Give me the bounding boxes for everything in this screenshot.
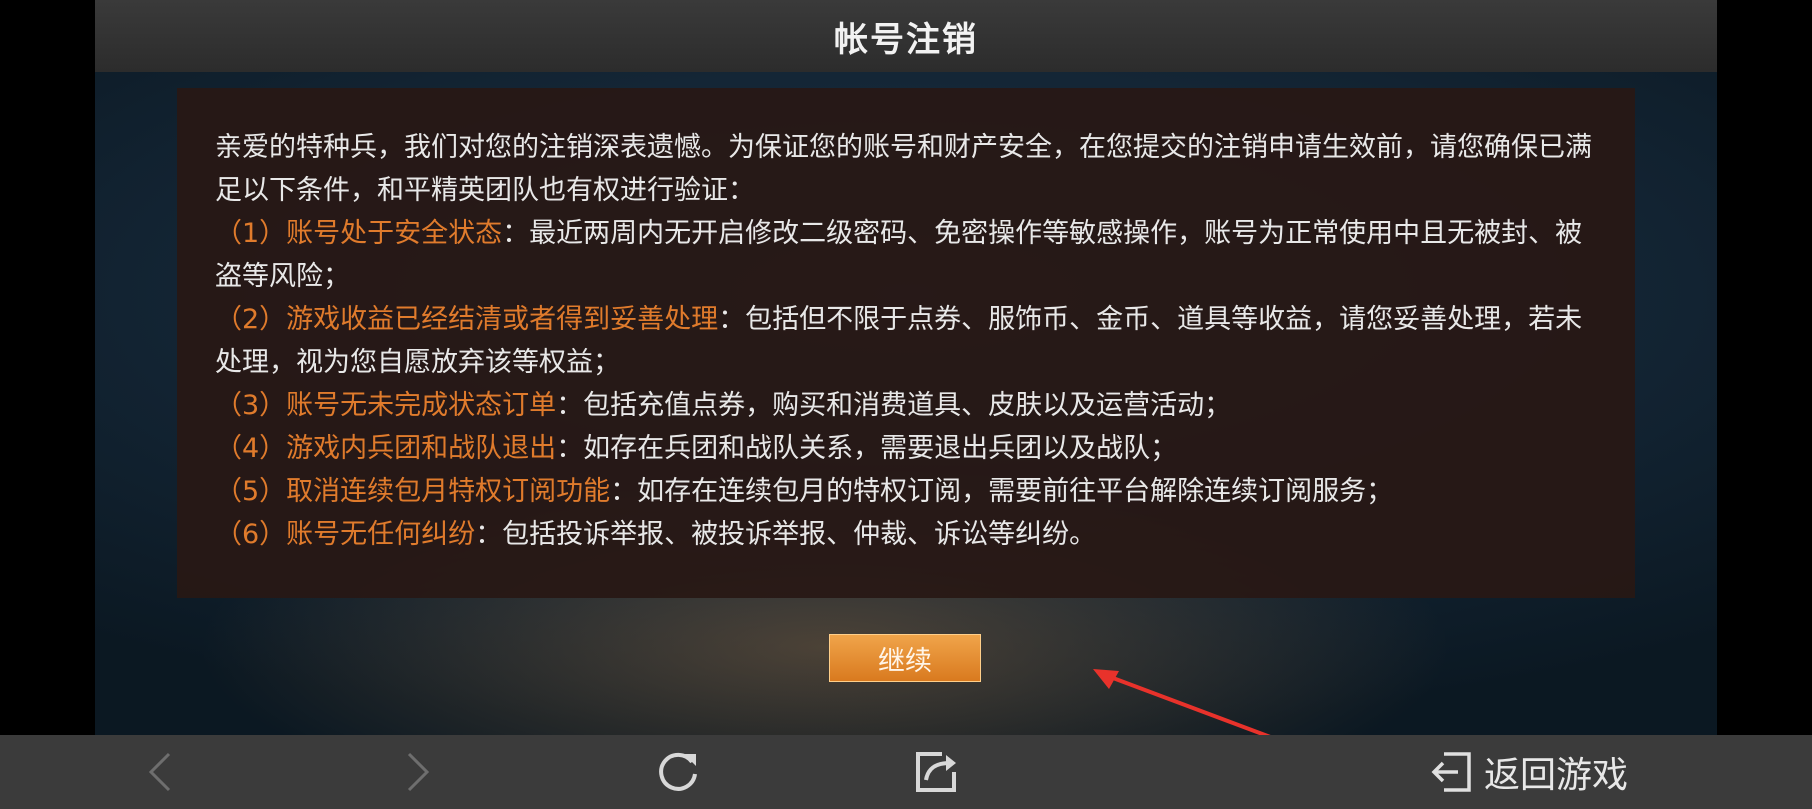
game-webview: 帐号注销 亲爱的特种兵，我们对您的注销深表遗憾。为保证您的账号和财产安全，在您提… [95,0,1717,735]
bottom-toolbar: 返回游戏 [0,735,1812,809]
condition-heading: （5）取消连续包月特权订阅功能 [215,476,611,507]
condition-item: （2）游戏收益已经结清或者得到妥善处理：包括但不限于点券、服饰币、金币、道具等收… [215,298,1601,384]
forward-button[interactable] [388,735,448,809]
page-title: 帐号注销 [834,19,978,60]
condition-heading: （3）账号无未完成状态订单 [215,390,557,421]
red-arrow-annotation [1093,669,1271,735]
return-to-game-button[interactable]: 返回游戏 [1428,735,1658,809]
condition-text: ：如存在连续包月的特权订阅，需要前往平台解除连续订阅服务； [610,476,1394,507]
condition-heading: （2）游戏收益已经结清或者得到妥善处理 [215,304,719,335]
return-to-game-label: 返回游戏 [1484,755,1629,796]
condition-item: （3）账号无未完成状态订单：包括充值点券，购买和消费道具、皮肤以及运营活动； [215,384,1601,427]
condition-item: （1）账号处于安全状态：最近两周内无开启修改二级密码、免密操作等敏感操作，账号为… [215,212,1601,298]
continue-button[interactable]: 继续 [829,634,981,682]
condition-item: （5）取消连续包月特权订阅功能：如存在连续包月的特权订阅，需要前往平台解除连续订… [215,470,1601,513]
chevron-left-icon [148,752,171,792]
title-bar: 帐号注销 [95,0,1717,72]
notice-intro: 亲爱的特种兵，我们对您的注销深表遗憾。为保证您的账号和财产安全，在您提交的注销申… [215,132,1592,206]
condition-text: ：包括充值点券，购买和消费道具、皮肤以及运营活动； [556,390,1232,421]
exit-icon [1431,752,1471,792]
condition-item: （6）账号无任何纠纷：包括投诉举报、被投诉举报、仲裁、诉讼等纠纷。 [215,513,1601,556]
refresh-button[interactable] [648,735,708,809]
share-icon [916,752,956,792]
refresh-icon [659,752,697,791]
condition-heading: （1）账号处于安全状态 [215,218,503,249]
notice-panel: 亲爱的特种兵，我们对您的注销深表遗憾。为保证您的账号和财产安全，在您提交的注销申… [177,88,1635,598]
share-button[interactable] [906,735,966,809]
condition-heading: （4）游戏内兵团和战队退出 [215,433,557,464]
condition-text: ：如存在兵团和战队关系，需要退出兵团以及战队； [556,433,1178,464]
condition-text: ：包括投诉举报、被投诉举报、仲裁、诉讼等纠纷。 [475,519,1097,550]
condition-heading: （6）账号无任何纠纷 [215,519,476,550]
condition-item: （4）游戏内兵团和战队退出：如存在兵团和战队关系，需要退出兵团以及战队； [215,427,1601,470]
back-button[interactable] [130,735,190,809]
condition-list: （1）账号处于安全状态：最近两周内无开启修改二级密码、免密操作等敏感操作，账号为… [215,212,1601,556]
chevron-right-icon [407,752,430,792]
